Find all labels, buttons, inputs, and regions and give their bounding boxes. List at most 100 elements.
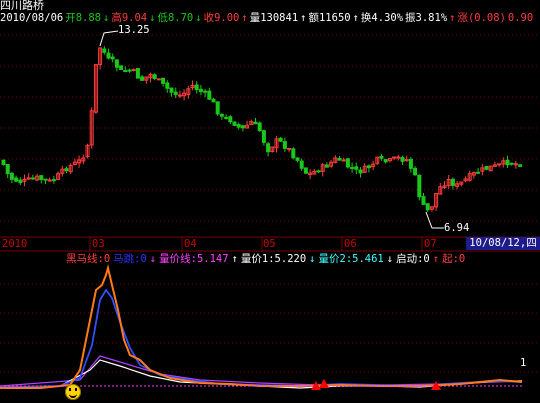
indicator-field-0: 黑马线:0: [66, 253, 111, 265]
candle-body: [211, 98, 216, 103]
candle-body: [198, 88, 203, 93]
candle-body: [156, 78, 161, 81]
smiley-face-icon: [65, 384, 81, 400]
candle-body: [261, 130, 266, 143]
signal-marker-1: [319, 379, 329, 388]
quote-field-1: 开8.88: [65, 12, 102, 24]
candle-body: [43, 178, 48, 181]
candle-body: [5, 163, 10, 175]
candle-body: [135, 67, 140, 79]
candle-body: [240, 125, 245, 129]
quote-field-5: 低8.70: [157, 12, 194, 24]
quote-field-3: 高9.04: [111, 12, 148, 24]
quote-field-17: 0.90: [507, 12, 534, 24]
quote-field-10: ↑: [300, 12, 307, 24]
candle-body: [509, 162, 514, 165]
volume-price-line-orange: [0, 264, 523, 389]
candle-body: [497, 163, 502, 166]
candle-body: [299, 160, 304, 169]
candle-body: [257, 122, 262, 132]
candle-body: [413, 167, 418, 176]
indicator-field-2: ↓: [149, 253, 157, 265]
quote-field-9: 量130841: [249, 12, 299, 24]
quote-field-13: 换4.30%: [360, 12, 404, 24]
candle-body: [102, 48, 107, 53]
indicator-field-11: 起:0: [442, 253, 466, 265]
candle-body: [303, 167, 308, 174]
candle-body: [518, 164, 523, 167]
candle-body: [119, 65, 124, 71]
candle-body: [337, 157, 342, 161]
current-date-badge: 10/08/12,四: [466, 237, 540, 250]
candle-body: [354, 166, 359, 170]
candle-body: [207, 90, 212, 100]
indicator-field-4: ↑: [231, 253, 238, 265]
indicator-field-10: ↑: [432, 253, 440, 265]
quote-field-2: ↓: [103, 12, 110, 24]
indicator-field-7: 量价2:5.461: [318, 253, 384, 265]
quote-field-8: ↑: [241, 12, 248, 24]
candle-body: [106, 52, 111, 59]
candle-body: [408, 158, 413, 169]
candle-body: [404, 159, 409, 162]
stock-name: 四川路桥: [0, 0, 44, 12]
chart-grid: [0, 34, 540, 373]
quote-field-6: ↓: [195, 12, 202, 24]
right-marker-label: 1: [520, 357, 527, 369]
candle-body: [140, 76, 145, 81]
candle-body: [127, 69, 132, 72]
candle-body: [450, 178, 455, 186]
time-label-06: 06: [344, 238, 357, 250]
time-label-2010: 2010: [2, 238, 28, 250]
indicator-field-8: ↓: [386, 253, 394, 265]
indicator-field-3: 量价线:5.147: [159, 253, 229, 265]
candle-body: [417, 174, 422, 198]
candle-body: [476, 171, 481, 174]
indicator-lines: [0, 264, 523, 389]
candle-body: [253, 121, 258, 125]
indicator-field-5: 量价1:5.220: [240, 253, 307, 265]
candle-body: [232, 121, 237, 126]
quote-field-16: 涨(0.08): [457, 12, 506, 24]
candle-body: [173, 91, 178, 96]
candle-body: [396, 156, 401, 159]
candle-body: [177, 94, 182, 97]
candle-body: [224, 116, 229, 119]
candle-body: [30, 177, 35, 180]
quote-field-4: ↓: [149, 12, 156, 24]
candle-body: [14, 177, 19, 182]
candle-body: [421, 196, 426, 205]
low-leader-line: [425, 211, 444, 229]
candle-body: [228, 116, 233, 123]
quote-field-11: 额11650: [308, 12, 351, 24]
quote-bar: 2010/08/06 开8.88 ↓ 高9.04 ↓ 低8.70 ↓ 收9.00 ↑ 量13084…: [0, 12, 535, 24]
quote-field-14: 振3.81%: [405, 12, 448, 24]
candle-body: [161, 77, 166, 84]
time-label-04: 04: [184, 238, 197, 250]
candle-body: [366, 165, 371, 169]
candle-body: [295, 157, 300, 161]
candle-body: [266, 143, 271, 153]
candle-body: [425, 203, 430, 211]
candle-body: [324, 164, 329, 168]
stock-chart[interactable]: [0, 0, 540, 403]
indicator-field-6: ↓: [309, 253, 316, 265]
candle-body: [203, 90, 208, 93]
candle-body: [114, 59, 119, 68]
candle-body: [316, 170, 321, 173]
candle-body: [341, 159, 346, 162]
time-label-05: 05: [263, 238, 276, 250]
quote-field-7: 收9.00: [203, 12, 240, 24]
candle-body: [278, 137, 283, 142]
candlestick-series: [1, 30, 523, 229]
candle-body: [47, 179, 52, 182]
candle-body: [282, 141, 287, 149]
candle-body: [152, 74, 157, 80]
candle-body: [64, 168, 69, 172]
candle-body: [1, 159, 6, 165]
candle-body: [236, 124, 241, 128]
time-label-07: 07: [424, 238, 437, 250]
quote-field-0: 2010/08/06: [0, 12, 64, 24]
candle-body: [484, 165, 489, 170]
candle-body: [505, 159, 510, 166]
